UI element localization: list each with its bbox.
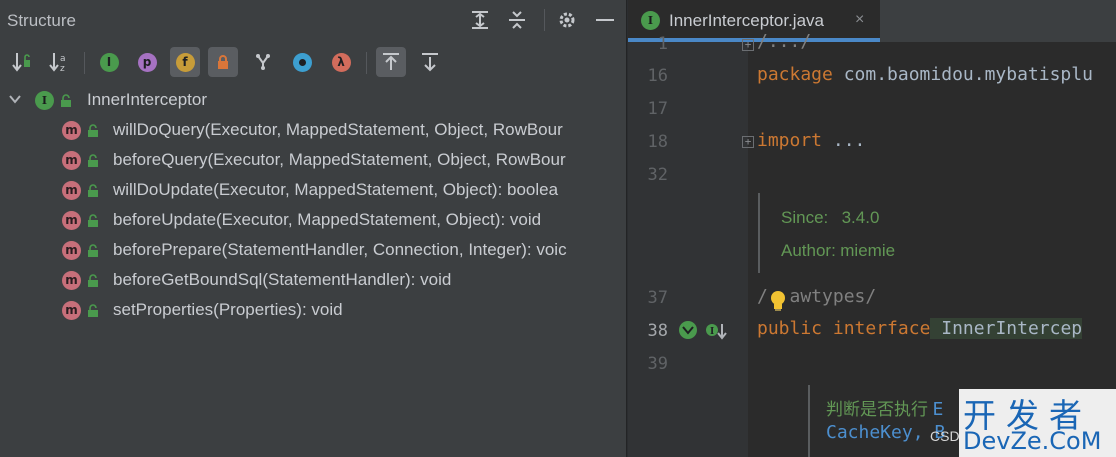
public-lock-icon: [87, 184, 99, 203]
line-number: 38: [647, 321, 668, 341]
tree-method-item[interactable]: m beforeQuery(Executor, MappedStatement,…: [0, 146, 627, 176]
tree-root-label: InnerInterceptor: [87, 90, 208, 109]
code-line: import ...: [757, 130, 866, 151]
line-number: 18: [647, 132, 668, 152]
fork-icon[interactable]: [248, 47, 278, 77]
expand-all-icon[interactable]: [468, 8, 492, 32]
line-number: 17: [647, 99, 668, 119]
editor-tabbar: I InnerInterceptor.java ×: [628, 0, 1116, 42]
tree-method-item[interactable]: m beforeUpdate(Executor, MappedStatement…: [0, 206, 627, 236]
svg-text:I: I: [710, 327, 714, 337]
sort-alpha-icon[interactable]: az: [44, 47, 74, 77]
method-doc: 判断是否执行 E: [826, 399, 944, 420]
method-icon: m: [62, 181, 81, 200]
tree-method-item[interactable]: m willDoUpdate(Executor, MappedStatement…: [0, 176, 627, 206]
tree-root[interactable]: I InnerInterceptor: [0, 86, 627, 116]
gear-icon[interactable]: [555, 8, 579, 32]
interface-icon: I: [35, 91, 54, 110]
public-lock-icon: [87, 304, 99, 323]
collapse-all-icon[interactable]: [505, 8, 529, 32]
line-number: 39: [647, 354, 668, 374]
svg-text:z: z: [60, 64, 65, 73]
tab-label: InnerInterceptor.java: [669, 11, 824, 30]
minimize-icon[interactable]: [593, 8, 617, 32]
public-lock-icon: [87, 124, 99, 143]
show-anonymous-icon[interactable]: [287, 47, 317, 77]
line-number: 16: [647, 66, 668, 86]
line-number: 32: [647, 165, 668, 185]
lock-icon[interactable]: [208, 47, 238, 77]
show-inherited-icon[interactable]: I: [94, 47, 124, 77]
csdn-watermark: CSD: [930, 428, 960, 444]
method-icon: m: [62, 121, 81, 140]
method-icon: m: [62, 301, 81, 320]
scroll-from-source-icon[interactable]: [415, 47, 445, 77]
tree-method-item[interactable]: m beforeGetBoundSql(StatementHandler): v…: [0, 266, 627, 296]
structure-header: Structure: [0, 0, 627, 42]
code-line-current: public interface InnerIntercep: [757, 318, 1083, 339]
method-label: beforeGetBoundSql(StatementHandler): voi…: [113, 270, 452, 289]
lightbulb-icon[interactable]: [769, 289, 787, 318]
fold-expand-icon[interactable]: +: [742, 39, 754, 51]
folded-header[interactable]: /.../: [757, 31, 811, 52]
sort-visibility-icon[interactable]: [6, 47, 36, 77]
interface-file-icon: I: [641, 11, 660, 30]
code-line: package com.baomidou.mybatisplu: [757, 64, 1093, 85]
public-lock-icon: [87, 274, 99, 293]
public-lock-icon: [87, 214, 99, 233]
method-icon: m: [62, 151, 81, 170]
show-fields-icon[interactable]: f: [170, 47, 200, 77]
show-lambda-icon[interactable]: λ: [326, 47, 356, 77]
tree-method-item[interactable]: m setProperties(Properties): void: [0, 296, 627, 326]
method-label: willDoUpdate(Executor, MappedStatement, …: [113, 180, 559, 199]
watermark-bottom-text: DevZe.CoM: [963, 427, 1102, 455]
tree-method-item[interactable]: m beforePrepare(StatementHandler, Connec…: [0, 236, 627, 266]
site-watermark: 开发者 DevZe.CoM: [959, 389, 1116, 457]
override-down-icon[interactable]: I: [705, 322, 727, 345]
method-label: beforeUpdate(Executor, MappedStatement, …: [113, 210, 542, 229]
public-lock-icon: [60, 94, 72, 113]
method-label: setProperties(Properties): void: [113, 300, 343, 319]
scroll-to-source-icon[interactable]: [376, 47, 406, 77]
line-number: 37: [647, 288, 668, 308]
method-label: willDoQuery(Executor, MappedStatement, O…: [113, 120, 563, 139]
line-number: 1: [657, 34, 668, 54]
method-icon: m: [62, 211, 81, 230]
panel-title: Structure: [7, 11, 76, 30]
doc-author: Author: miemie: [781, 241, 896, 260]
structure-panel: Structure az I p f λ I InnerInterceptor …: [0, 0, 627, 457]
tree-method-item[interactable]: m willDoQuery(Executor, MappedStatement,…: [0, 116, 627, 146]
show-properties-icon[interactable]: p: [132, 47, 162, 77]
method-icon: m: [62, 271, 81, 290]
method-icon: m: [62, 241, 81, 260]
public-lock-icon: [87, 244, 99, 263]
implemented-icon[interactable]: [678, 320, 698, 345]
close-icon[interactable]: ×: [855, 11, 864, 29]
method-label: beforeQuery(Executor, MappedStatement, O…: [113, 150, 566, 169]
method-doc-line2: CacheKey, B: [826, 422, 946, 443]
structure-toolbar: az I p f λ: [0, 44, 627, 82]
doc-since: Since: 3.4.0: [781, 208, 880, 227]
method-label: beforePrepare(StatementHandler, Connecti…: [113, 240, 567, 259]
chevron-down-icon[interactable]: [8, 92, 22, 111]
public-lock-icon: [87, 154, 99, 173]
header-separator: [544, 9, 545, 31]
fold-expand-icon[interactable]: +: [742, 136, 754, 148]
svg-text:a: a: [60, 54, 66, 64]
